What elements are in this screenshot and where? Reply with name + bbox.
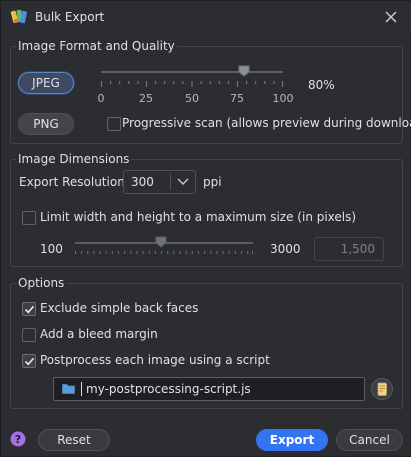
reset-button[interactable]: Reset xyxy=(38,429,110,451)
exclude-back-faces-label[interactable]: Exclude simple back faces xyxy=(40,301,198,315)
cancel-button[interactable]: Cancel xyxy=(336,429,403,451)
max-size-value: 1,500 xyxy=(340,242,375,256)
close-icon[interactable] xyxy=(382,8,400,26)
dialog-title: Bulk Export xyxy=(35,10,105,24)
max-size-field[interactable]: 1,500 xyxy=(314,237,384,261)
bleed-margin-checkbox[interactable] xyxy=(22,328,36,342)
quality-slider-track xyxy=(101,71,283,73)
image-dimensions-group: Image Dimensions Export Resolution 300 p… xyxy=(10,151,403,267)
export-resolution-select[interactable]: 300 xyxy=(123,170,196,194)
chevron-down-icon xyxy=(177,178,189,185)
max-size-slider-thumb[interactable] xyxy=(155,236,167,248)
jpeg-button[interactable]: JPEG xyxy=(18,72,74,94)
quality-tick-label: 100 xyxy=(272,92,294,105)
size-max-label: 3000 xyxy=(270,242,301,256)
quality-tick-label: 50 xyxy=(185,92,199,105)
bleed-margin-label[interactable]: Add a bleed margin xyxy=(40,327,158,341)
export-resolution-label: Export Resolution xyxy=(19,175,125,189)
options-group: Options Exclude simple back faces Add a … xyxy=(10,275,403,409)
export-resolution-value: 300 xyxy=(131,175,154,189)
help-icon[interactable]: ? xyxy=(10,431,26,447)
script-path-value: my-postprocessing-script.js xyxy=(86,382,251,396)
postprocess-label[interactable]: Postprocess each image using a script xyxy=(40,353,270,367)
quality-slider-ticks xyxy=(101,81,283,87)
quality-tick-label: 75 xyxy=(230,92,244,105)
postprocess-checkbox[interactable] xyxy=(22,354,36,368)
script-path-input[interactable]: my-postprocessing-script.js xyxy=(53,377,365,401)
paint-palette-icon xyxy=(10,9,27,24)
export-button[interactable]: Export xyxy=(256,429,328,451)
limit-size-label[interactable]: Limit width and height to a maximum size… xyxy=(40,210,356,224)
progressive-scan-label[interactable]: Progressive scan (allows preview during … xyxy=(122,116,411,130)
max-size-slider-ticks xyxy=(75,251,253,254)
image-format-group: Image Format and Quality JPEG PNG 0 25 5… xyxy=(10,38,411,144)
bulk-export-dialog: Bulk Export Image Format and Quality JPE… xyxy=(0,0,411,457)
title-bar: Bulk Export xyxy=(1,1,411,33)
image-format-legend: Image Format and Quality xyxy=(16,38,177,54)
exclude-back-faces-checkbox[interactable] xyxy=(22,302,36,316)
quality-tick-label: 0 xyxy=(97,92,105,105)
folder-icon xyxy=(62,384,75,394)
quality-tick-label: 25 xyxy=(139,92,153,105)
quality-slider[interactable]: 0 25 50 75 100 xyxy=(97,61,294,111)
limit-size-checkbox[interactable] xyxy=(22,211,36,225)
text-cursor xyxy=(81,382,82,396)
quality-readout: 80% xyxy=(308,78,335,92)
max-size-slider[interactable] xyxy=(71,236,257,256)
quality-slider-thumb[interactable] xyxy=(238,65,250,77)
checkmark-icon xyxy=(24,305,35,314)
png-button[interactable]: PNG xyxy=(18,113,74,135)
script-file-icon[interactable] xyxy=(371,377,393,401)
checkmark-icon xyxy=(24,357,35,366)
svg-text:?: ? xyxy=(15,433,21,446)
resolution-unit-label: ppi xyxy=(203,175,222,189)
size-min-label: 100 xyxy=(40,242,63,256)
options-legend: Options xyxy=(16,275,67,291)
select-separator xyxy=(170,174,171,190)
image-dimensions-legend: Image Dimensions xyxy=(16,151,132,167)
progressive-scan-checkbox[interactable] xyxy=(107,117,121,131)
